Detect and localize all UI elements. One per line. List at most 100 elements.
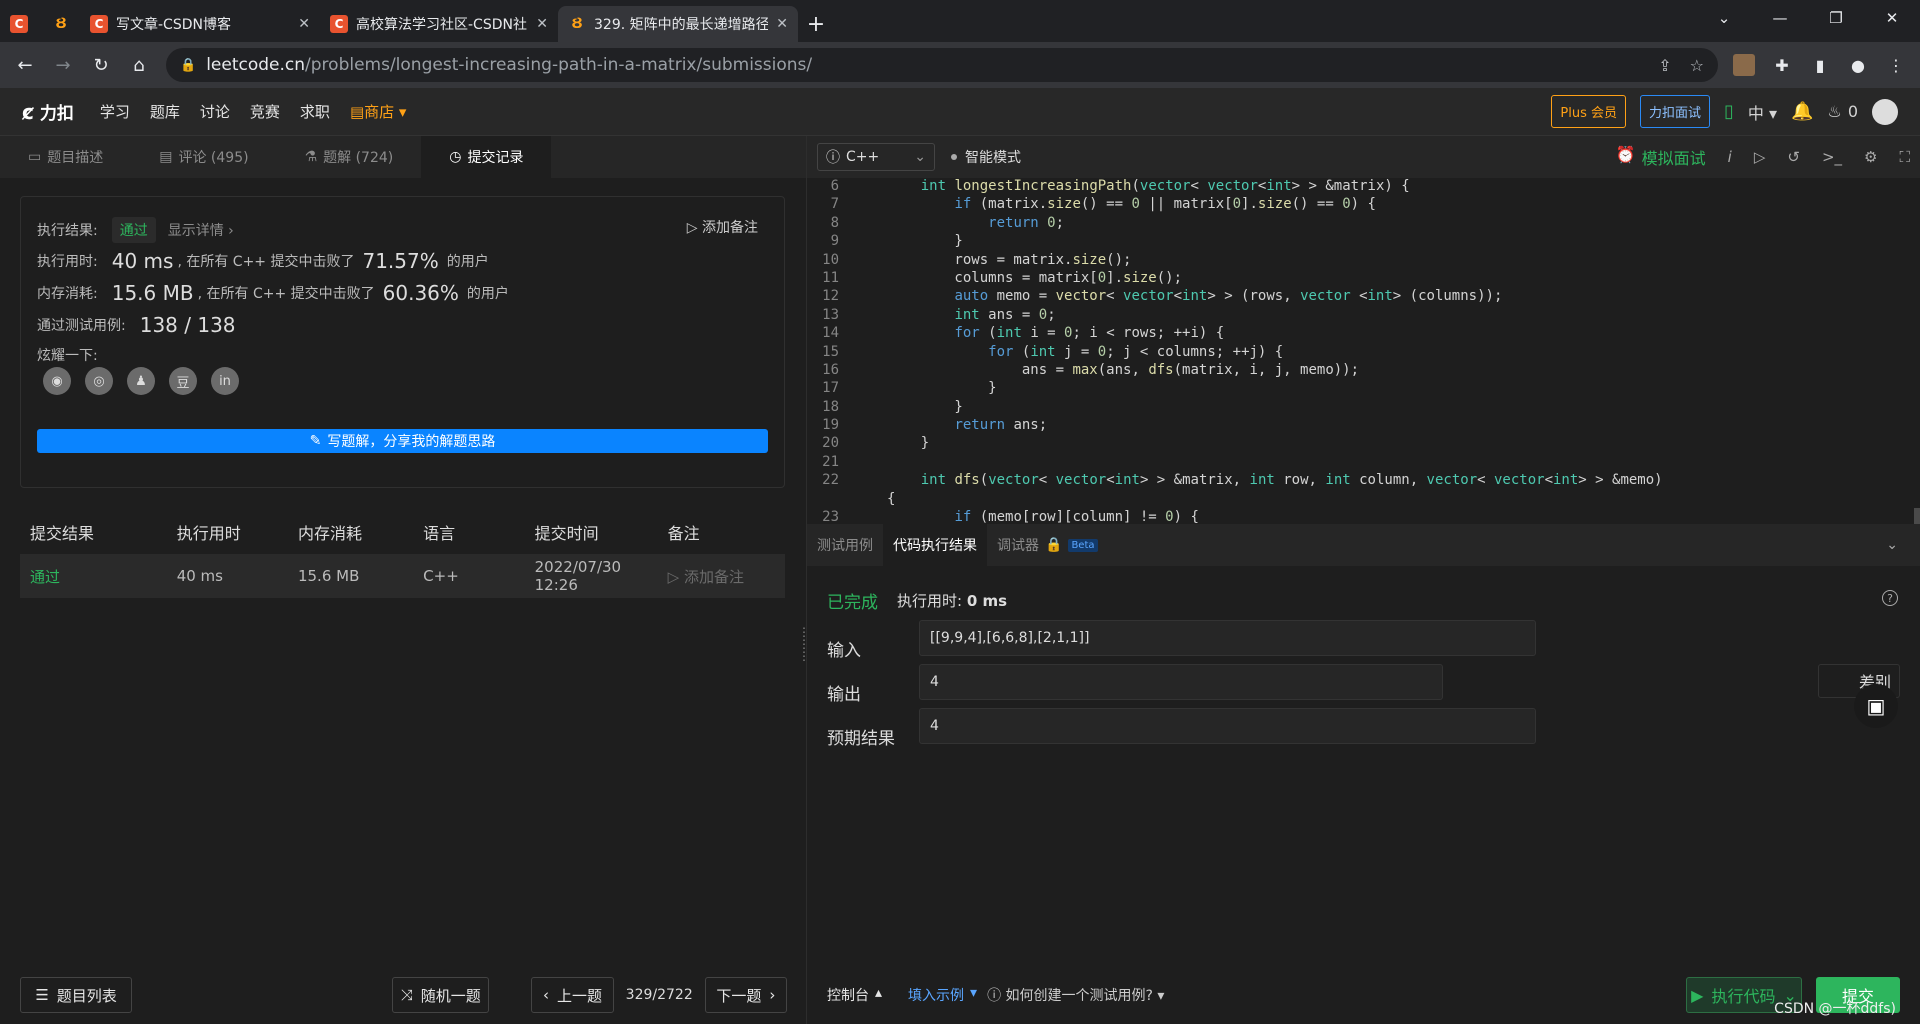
nav-link-contest[interactable]: 竞赛 [250,101,280,122]
tab-comments[interactable]: ▤ 评论 (495) [131,136,276,178]
howto-link[interactable]: ⓘ 如何创建一个测试用例? ▾ [987,985,1164,1005]
row-add-note[interactable]: ▷ 添加备注 [668,566,785,587]
help-icon: ⓘ [987,988,1002,1004]
tab-search-icon[interactable]: ⌄ [1696,0,1752,36]
browser-tab-5-active[interactable]: Ȣ 329. 矩阵中的最长递增路径 - 力扣 ✕ [558,6,798,42]
tab-testcase[interactable]: 测试用例 [807,524,883,566]
share-icon[interactable]: ⇪ [1658,56,1671,75]
expected-label: 预期结果 [827,729,895,749]
prev-problem-button[interactable]: ‹ 上一题 [531,977,614,1013]
nav-link-discuss[interactable]: 讨论 [200,101,230,122]
profile-icon[interactable]: ● [1842,49,1874,81]
browser-tab-1[interactable]: C [0,6,42,42]
logo[interactable]: ȼ 力扣 [22,99,74,125]
language-switch[interactable]: 中 ▾ [1748,100,1777,124]
problem-list-button[interactable]: ☰ 题目列表 [20,977,133,1013]
main-area: ▭ 题目描述 ▤ 评论 (495) ⚗ 题解 (724) ◷ 提交记录 执行结果: 通过… [0,136,1920,1024]
browser-tab-4[interactable]: C 高校算法学习社区-CSDN社区云 ✕ [320,6,558,42]
forward-icon[interactable]: → [46,48,80,82]
close-icon[interactable]: ✕ [536,16,548,32]
dot-icon [951,154,957,160]
fullscreen-icon[interactable]: ⛶ [1899,148,1910,166]
browser-tab-2[interactable]: Ȣ [42,6,80,42]
mock-interview-button[interactable]: ⏰ 模拟面试 [1616,145,1706,169]
header-runtime: 执行用时 [176,524,241,543]
address-bar[interactable]: 🔒 leetcode.cn/problems/longest-increasin… [166,48,1718,82]
tab-submissions[interactable]: ◷ 提交记录 [421,136,552,178]
smart-mode-toggle[interactable]: 智能模式 [951,147,1021,167]
show-detail-link[interactable]: 显示详情 › [168,220,234,240]
share-label: 炫耀一下: [37,348,98,364]
tab-description[interactable]: ▭ 题目描述 [0,136,131,178]
browser-tab-3[interactable]: C 写文章-CSDN博客 ✕ [80,6,320,42]
back-icon[interactable]: ← [8,48,42,82]
bookmark-icon[interactable]: ▣ [1854,684,1898,728]
linkedin-icon[interactable]: in [211,367,239,395]
avatar[interactable] [1872,98,1898,125]
browser-tabbar: C Ȣ C 写文章-CSDN博客 ✕ C 高校算法学习社区-CSDN社区云 ✕ … [0,0,1920,42]
menu-icon[interactable]: ⋮ [1880,49,1912,81]
code-scrollbar[interactable] [1914,508,1920,524]
chevron-down-icon[interactable]: ⌄ [1886,537,1898,553]
restore-icon[interactable]: ❐ [1808,0,1864,36]
play-icon[interactable]: ▷ [1754,148,1766,166]
qq-icon[interactable]: ♟ [127,367,155,395]
weibo-icon[interactable]: ◎ [85,367,113,395]
puzzle-icon[interactable]: ✚ [1766,49,1798,81]
line-number: 12 [822,288,839,305]
bookmark-star-icon[interactable]: ☆ [1690,56,1704,75]
new-tab-button[interactable]: + [798,6,834,42]
settings-icon[interactable]: ⚙ [1864,148,1877,166]
home-icon[interactable]: ⌂ [122,48,156,82]
right-footer: 控制台 ▴ 填入示例 ▾ ⓘ 如何创建一个测试用例? ▾ ▶ 执行代码 ⌄ 提交 CSD… [807,966,1920,1024]
nav-link-jobs[interactable]: 求职 [300,101,330,122]
console-toggle[interactable]: 控制台 ▴ [827,985,882,1005]
chevron-left-icon: ‹ [543,986,549,1004]
reload-icon[interactable]: ↻ [84,48,118,82]
wechat-icon[interactable]: ◉ [43,367,71,395]
write-solution-label: 写题解，分享我的解题思路 [327,434,496,450]
reset-icon[interactable]: ↺ [1787,148,1800,166]
tab-label: 提交记录 [467,150,524,166]
left-tabs: ▭ 题目描述 ▤ 评论 (495) ⚗ 题解 (724) ◷ 提交记录 [0,136,806,178]
table-row[interactable]: 通过 40 ms 15.6 MB C++ 2022/07/30 12:26 ▷ … [20,554,785,598]
close-icon[interactable]: ✕ [298,16,310,32]
random-problem-button[interactable]: ⤨ 随机一题 [392,977,490,1013]
language-select[interactable]: ⓘ C++ ⌄ [817,143,935,171]
streak-counter[interactable]: ♨ 0 [1827,102,1858,121]
nav-link-study[interactable]: 学习 [100,101,130,122]
write-solution-button[interactable]: ✎ 写题解，分享我的解题思路 [37,429,768,453]
close-window-icon[interactable]: ✕ [1864,0,1920,36]
add-note-label: 添加备注 [702,220,758,236]
beta-badge: Beta [1068,538,1098,552]
mobile-icon[interactable]: ▯ [1724,101,1734,122]
tab-title: 329. 矩阵中的最长递增路径 - 力扣 [594,17,769,33]
tab-debugger[interactable]: 调试器 🔒 Beta [987,524,1108,566]
sidebar-icon[interactable]: ▮ [1804,49,1836,81]
memory-row: 内存消耗: 15.6 MB , 在所有 C++ 提交中击败了 60.36% 的用… [37,281,509,305]
row-status[interactable]: 通过 [30,566,177,587]
close-icon[interactable]: ✕ [776,16,788,32]
douban-icon[interactable]: 豆 [169,367,197,395]
next-problem-button[interactable]: 下一题 › [704,977,788,1013]
line-number [807,491,839,509]
help-icon[interactable]: ? [1882,590,1898,606]
shop-icon: ▤ [349,103,365,121]
leetcode-navbar: ȼ 力扣 学习 题库 讨论 竞赛 求职 ▤商店 ▾ Plus 会员 力扣面试 ▯… [0,88,1920,136]
minimize-icon[interactable]: — [1752,0,1808,36]
code-editor[interactable]: 6 int longestIncreasingPath(vector< vect… [807,178,1920,524]
code-line: 23 if (memo[row][column] != 0) { [807,509,1920,524]
terminal-icon[interactable]: >_ [1822,148,1842,166]
extension-avatar-icon[interactable] [1728,49,1760,81]
interview-button[interactable]: 力扣面试 [1639,95,1710,128]
play-icon: ▶ [1691,985,1704,1005]
tab-run-result[interactable]: 代码执行结果 [883,524,987,566]
bell-icon[interactable]: 🔔 [1791,101,1813,122]
plus-member-button[interactable]: Plus 会员 [1551,95,1626,128]
nav-link-problems[interactable]: 题库 [150,101,180,122]
tab-solutions[interactable]: ⚗ 题解 (724) [277,136,422,178]
nav-link-shop[interactable]: ▤商店 ▾ [350,101,407,122]
fill-example-button[interactable]: 填入示例 ▾ [908,985,977,1005]
info-italic-icon[interactable]: i [1728,148,1732,166]
add-note-button[interactable]: ▷ 添加备注 [687,217,758,237]
